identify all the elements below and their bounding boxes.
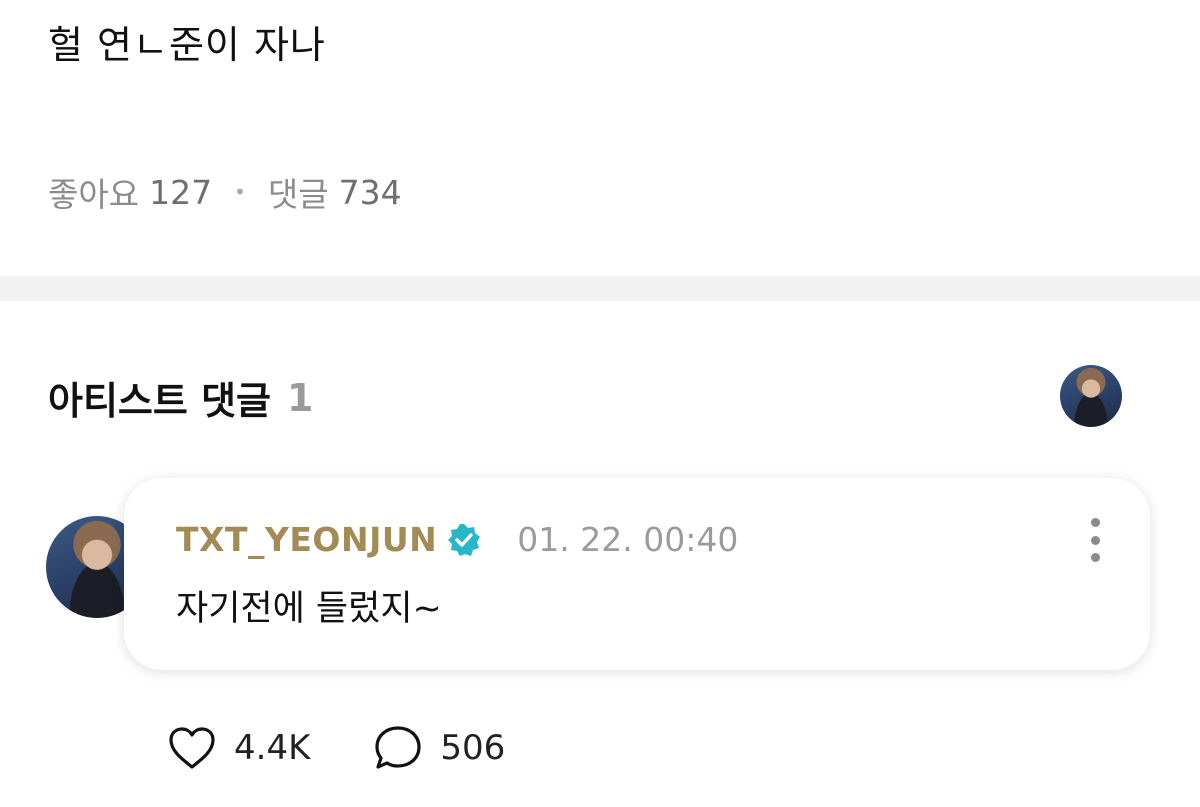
artist-comments-title: 아티스트 댓글 1 [48,370,313,425]
comments-label: 댓글 [267,175,329,214]
verified-badge-icon [447,523,481,557]
artist-avatar-small[interactable] [1060,365,1122,427]
likes-count: 127 [149,172,213,212]
comment-bubble-icon [370,720,426,776]
post-stats: 좋아요 127 • 댓글 734 [48,168,402,216]
reply-button[interactable]: 506 [370,720,505,776]
stats-separator-dot: • [234,180,246,204]
artist-comments-count: 1 [287,375,314,420]
heart-icon [164,720,220,776]
like-button[interactable]: 4.4K [164,720,310,776]
more-vertical-icon[interactable] [1088,518,1102,562]
comment-card[interactable]: TXT_YEONJUN 01. 22. 00:40 자기전에 들렀지~ [124,478,1150,670]
post-text: 헐 연ㄴ준이 자나 [48,23,326,67]
comment-timestamp: 01. 22. 00:40 [517,520,739,559]
artist-comments-label: 아티스트 댓글 [48,379,271,423]
comment-body: 자기전에 들렀지~ [176,589,442,629]
reply-count: 506 [440,728,506,768]
comment-author[interactable]: TXT_YEONJUN [176,520,437,559]
section-divider [0,276,1200,301]
likes-label: 좋아요 [48,175,140,214]
comment-actions: 4.4K 506 [164,720,565,776]
comments-count: 734 [338,172,402,212]
comment-header: TXT_YEONJUN 01. 22. 00:40 [176,520,738,559]
like-count: 4.4K [234,728,311,768]
